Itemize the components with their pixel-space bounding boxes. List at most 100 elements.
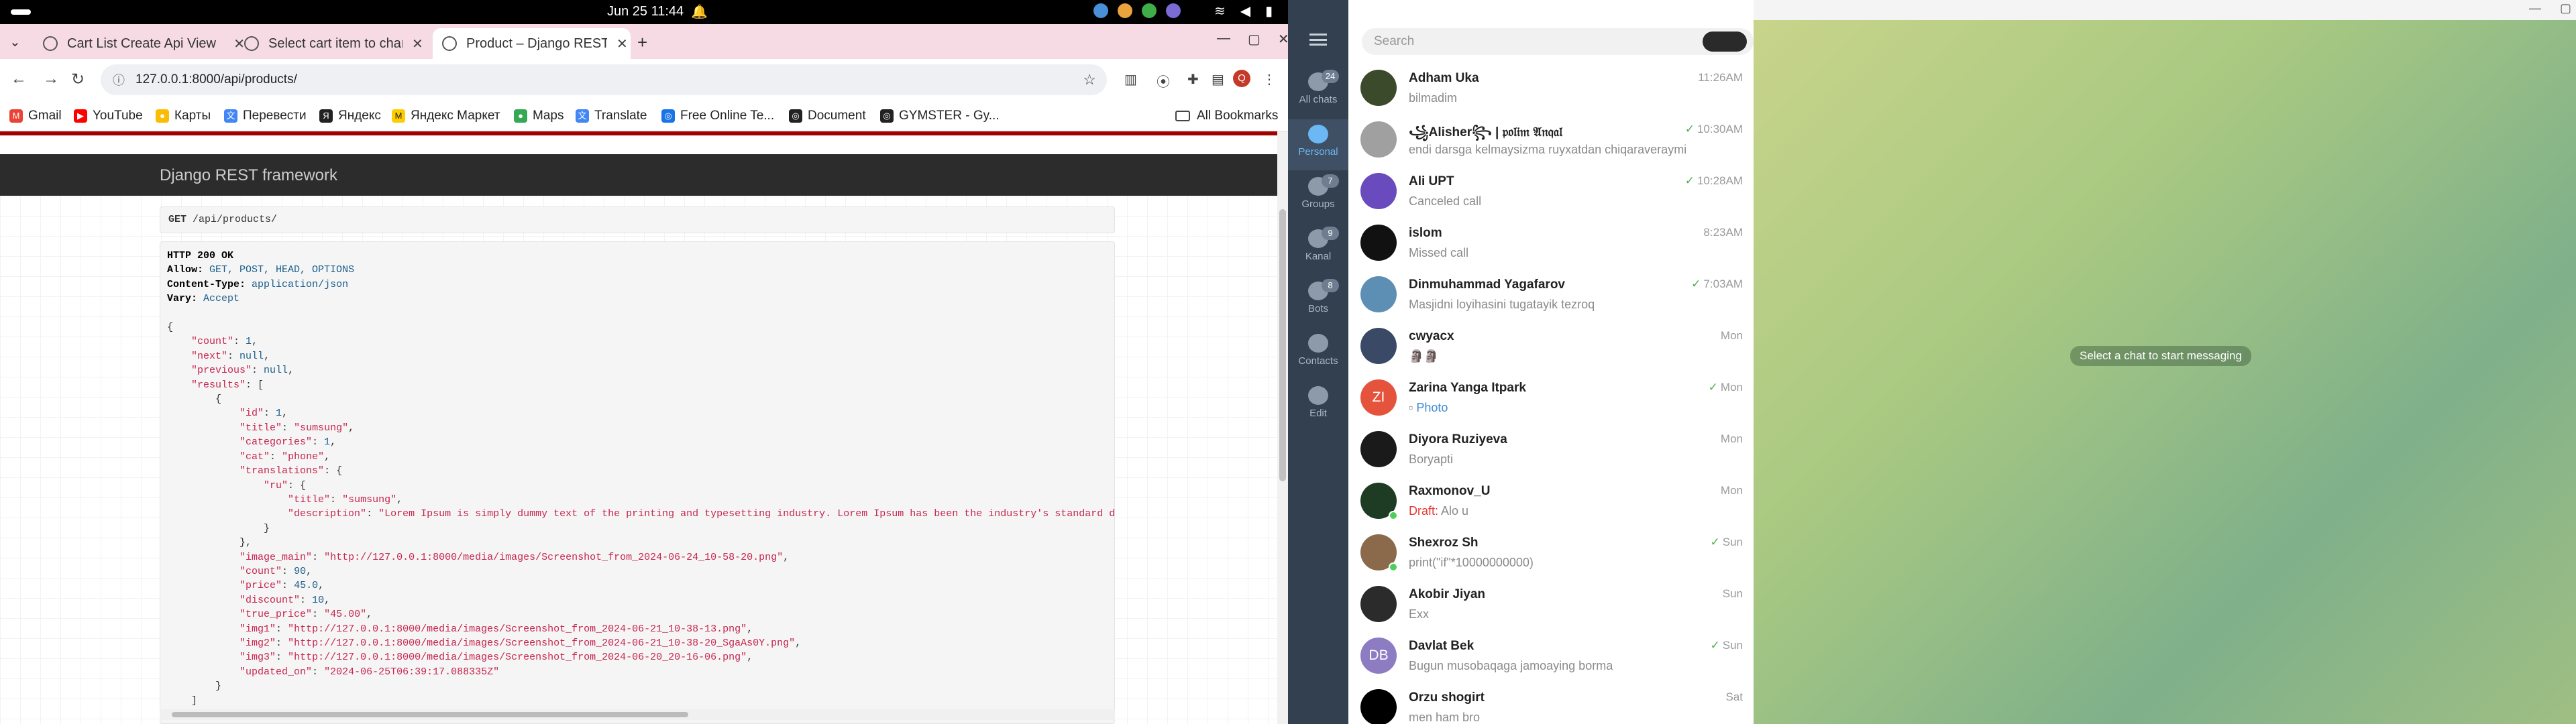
chat-item[interactable]: ꧁Alisher꧂ | 𝔭𝔬𝔩𝔦𝔪 𝔄𝔫𝔮𝔞𝔩 endi darsga kelma… [1348, 113, 1754, 165]
volume-icon: ◀ [1240, 4, 1251, 19]
wifi-icon: ≋ [1214, 4, 1226, 19]
tab-cart-list[interactable]: Cart List Create Api View ✕ [34, 28, 245, 59]
tab-product-drf[interactable]: Product – Django REST fr ✕ [433, 28, 631, 59]
site-info-icon[interactable]: ⓘ [113, 71, 125, 88]
hamburger-menu-icon[interactable] [1309, 34, 1327, 46]
side-panel-icon[interactable]: ▤ [1212, 71, 1224, 88]
window-controls: — ▢ ✕ [1217, 31, 1289, 48]
bookmark-gmail[interactable]: M Gmail [9, 109, 62, 123]
url-text[interactable]: 127.0.0.1:8000/api/products/ [136, 72, 297, 87]
chat-item[interactable]: Diyora Ruziyeva Boryapti Mon [1348, 423, 1754, 475]
back-arrow-icon[interactable]: ← [11, 70, 27, 88]
tray-app-icon[interactable] [1166, 3, 1181, 18]
vertical-scrollbar[interactable] [1277, 131, 1288, 724]
chat-item[interactable]: Adham Uka bilmadim 11:26AM [1348, 62, 1754, 113]
tray-app-icon[interactable] [1142, 3, 1157, 18]
header-value: GET, POST, HEAD, OPTIONS [209, 264, 355, 276]
profile-avatar[interactable]: Q [1233, 70, 1250, 87]
bookmark-yandex-market[interactable]: M Яндекс Маркет [392, 109, 500, 123]
json-link[interactable]: "http://127.0.0.1:8000/media/images/Scre… [288, 623, 747, 635]
reload-icon[interactable]: ↻ [71, 70, 85, 89]
bookmark-yandex[interactable]: Я Яндекс [319, 109, 381, 123]
close-icon[interactable]: ✕ [616, 36, 628, 52]
folder-kanal[interactable]: 9 Kanal [1288, 224, 1348, 275]
json-link[interactable]: "http://127.0.0.1:8000/media/images/Scre… [324, 552, 783, 563]
tab-select-cart-item[interactable]: Select cart item to change ✕ [235, 28, 429, 59]
chat-preview-text: Photo [1416, 401, 1448, 414]
person-icon [1308, 125, 1328, 143]
json-link[interactable]: "http://127.0.0.1:8000/media/images/Scre… [288, 638, 795, 649]
scrollbar-thumb[interactable] [1279, 209, 1286, 481]
folder-icon [1175, 111, 1190, 121]
chat-preview: Canceled call [1409, 194, 1482, 208]
folder-sidebar: 24 All chats Personal 7 Groups 9 Kanal 8 Bot… [1288, 0, 1348, 724]
chat-item[interactable]: Raxmonov_U Draft: Alo u Mon [1348, 475, 1754, 526]
system-status-icons[interactable]: ≋ ◀ ▮ [1214, 3, 1273, 19]
minimize-icon[interactable]: — [1217, 31, 1230, 48]
bookmark-maps[interactable]: ● Maps [514, 109, 564, 123]
activities-indicator[interactable] [11, 9, 31, 15]
bookmark-star-icon[interactable]: ☆ [1083, 71, 1096, 88]
bookmark-youtube[interactable]: ▶ YouTube [74, 109, 143, 123]
bookmarks-bar: M Gmail ▶ YouTube ● Карты 文 Перевести Я Яндек… [0, 102, 1288, 131]
drf-top-stripe [0, 131, 1277, 154]
chat-preview: 🗿🗿 [1409, 349, 1439, 363]
extension-icon[interactable]: ⦿ [1157, 71, 1170, 90]
chat-item[interactable]: сwyacx 🗿🗿 Mon [1348, 320, 1754, 371]
folder-all-chats[interactable]: 24 All chats [1288, 67, 1348, 118]
chat-item[interactable]: islom Missed call 8:23AM [1348, 217, 1754, 268]
bookmark-karty[interactable]: ● Карты [156, 109, 211, 123]
tray-app-icon[interactable] [1118, 3, 1132, 18]
new-tab-plus-icon[interactable]: + [637, 32, 647, 53]
chat-time-text: Sun [1722, 536, 1743, 548]
chat-name: islom [1409, 226, 1442, 240]
json-value: 1 [276, 408, 282, 420]
chat-item[interactable]: Akobir Jiyan Exx Sun [1348, 578, 1754, 629]
close-icon[interactable]: ✕ [412, 36, 423, 52]
extensions-puzzle-icon[interactable]: ✚ [1187, 71, 1199, 88]
search-input[interactable]: Search [1362, 28, 1754, 55]
bookmark-translate[interactable]: 文 Translate [576, 109, 647, 123]
header-value: application/json [252, 278, 349, 290]
maximize-icon[interactable]: ▢ [2560, 1, 2571, 15]
json-link[interactable]: "http://127.0.0.1:8000/media/images/Scre… [288, 652, 747, 663]
bookmark-gymster[interactable]: ◎ GYMSTER - Gy... [880, 109, 1000, 123]
extension-icon[interactable]: ▥ [1124, 71, 1137, 88]
window-controls: — ▢ ✕ [2529, 1, 2576, 15]
system-clock[interactable]: Jun 25 11:44 [607, 4, 684, 19]
folder-contacts[interactable]: Contacts [1288, 328, 1348, 379]
kebab-menu-icon[interactable]: ⋮ [1263, 71, 1276, 88]
chat-time: ✓ 10:30AM [1685, 123, 1743, 136]
scrollbar-thumb[interactable] [172, 712, 688, 717]
chat-time: ✓ 10:28AM [1685, 174, 1743, 188]
folder-bots[interactable]: 8 Bots [1288, 276, 1348, 327]
folder-personal[interactable]: Personal [1288, 119, 1348, 170]
market-icon: M [392, 109, 405, 123]
drf-brand-link[interactable]: Django REST framework [160, 166, 337, 185]
read-check-icon: ✓ [1708, 381, 1718, 394]
bookmark-document[interactable]: ◎ Document [789, 109, 866, 123]
all-bookmarks-button[interactable]: All Bookmarks [1175, 109, 1278, 123]
chat-item[interactable]: ZI Zarina Yanga Itpark ▫ Photo ✓ Mon [1348, 371, 1754, 423]
chat-item[interactable]: Orzu shogirt men ham bro Sat [1348, 681, 1754, 724]
forward-arrow-icon[interactable]: → [43, 70, 59, 88]
bookmark-free-online-te[interactable]: ◎ Free Online Te... [661, 109, 774, 123]
json-value: "phone" [282, 450, 325, 463]
translate-icon: 文 [224, 109, 237, 123]
browser-window: ⌄ Cart List Create Api View ✕ Select car… [0, 24, 1289, 724]
minimize-icon[interactable]: — [2529, 1, 2541, 15]
chat-item[interactable]: DB Davlat Bek Bugun musobaqaga jamoaying b… [1348, 629, 1754, 681]
folder-edit[interactable]: Edit [1288, 381, 1348, 432]
chat-item[interactable]: Shexroz Sh print("if"*10000000000) ✓ Sun [1348, 526, 1754, 578]
chat-item[interactable]: Ali UPT Canceled call ✓ 10:28AM [1348, 165, 1754, 217]
folder-groups[interactable]: 7 Groups [1288, 172, 1348, 223]
horizontal-scrollbar[interactable] [160, 709, 1115, 720]
bookmark-perevesti[interactable]: 文 Перевести [224, 109, 307, 123]
chat-item[interactable]: Dinmuhammad Yagafarov Masjidni loyihasini… [1348, 268, 1754, 320]
tab-search-chevron-icon[interactable]: ⌄ [9, 34, 21, 50]
chat-time: Sun [1722, 587, 1743, 600]
maximize-icon[interactable]: ▢ [1248, 31, 1260, 48]
address-bar[interactable]: ⓘ 127.0.0.1:8000/api/products/ ☆ [101, 64, 1107, 95]
tray-app-icon[interactable] [1093, 3, 1108, 18]
stories-avatars[interactable] [1703, 32, 1747, 52]
